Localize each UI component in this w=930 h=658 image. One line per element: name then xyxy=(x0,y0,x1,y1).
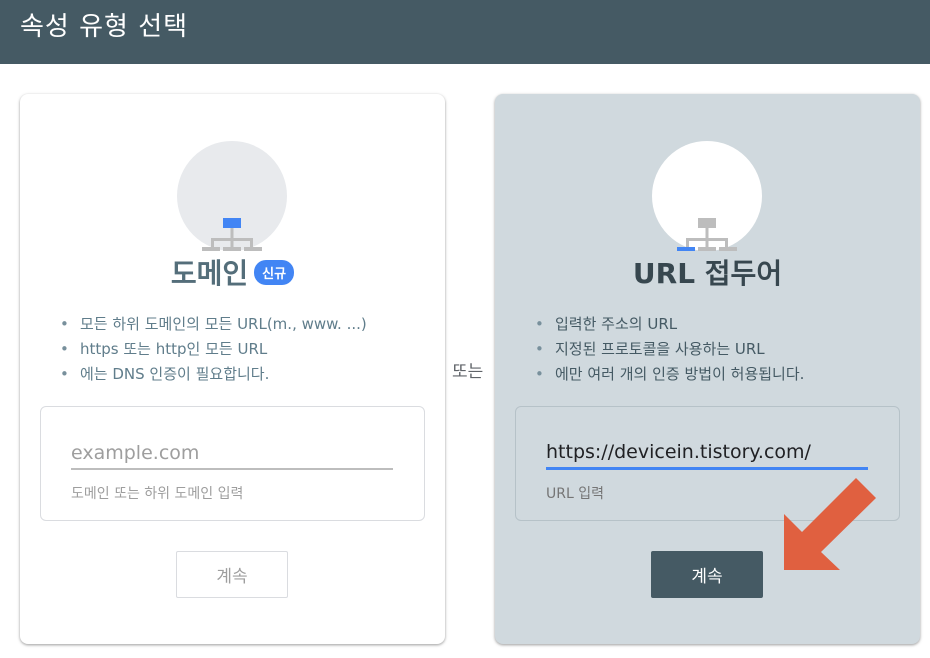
url-prefix-feature-list: 입력한 주소의 URL 지정된 프로토콜을 사용하는 URL 에만 여러 개의 … xyxy=(535,312,804,387)
url-prefix-feature-item: 지정된 프로토콜을 사용하는 URL xyxy=(535,337,804,362)
domain-feature-item: https 또는 http인 모든 URL xyxy=(60,337,367,362)
page-header: 속성 유형 선택 xyxy=(0,0,930,64)
domain-card-title: 도메인 신규 xyxy=(20,252,445,292)
url-prefix-feature-item: 에만 여러 개의 인증 방법이 허용됩니다. xyxy=(535,362,804,387)
domain-feature-item: 모든 하위 도메인의 모든 URL(m., www. ...) xyxy=(60,312,367,337)
domain-feature-list: 모든 하위 도메인의 모든 URL(m., www. ...) https 또는… xyxy=(60,312,367,387)
domain-input-box: 도메인 또는 하위 도메인 입력 xyxy=(40,406,425,521)
domain-input-hint: 도메인 또는 하위 도메인 입력 xyxy=(71,486,244,502)
page-title: 속성 유형 선택 xyxy=(20,12,189,42)
url-prefix-card-title: URL 접두어 xyxy=(632,257,783,290)
url-prefix-input[interactable] xyxy=(546,437,868,470)
domain-continue-button[interactable]: 계속 xyxy=(176,551,288,598)
url-prefix-input-hint: URL 입력 xyxy=(546,486,604,502)
url-prefix-feature-item: 입력한 주소의 URL xyxy=(535,312,804,337)
domain-input[interactable] xyxy=(71,437,393,470)
url-prefix-icon-circle xyxy=(652,141,762,251)
url-prefix-continue-button[interactable]: 계속 xyxy=(651,551,763,598)
or-separator: 또는 xyxy=(452,362,484,382)
new-badge: 신규 xyxy=(254,259,295,285)
domain-title-text: 도메인 xyxy=(170,257,249,290)
sitemap-root-highlight-icon xyxy=(202,218,262,251)
arrow-down-left-icon xyxy=(784,478,876,570)
domain-feature-item: 에는 DNS 인증이 필요합니다. xyxy=(60,362,367,387)
domain-icon-circle xyxy=(177,141,287,251)
sitemap-leaf-highlight-icon xyxy=(677,218,737,251)
domain-property-card[interactable]: 도메인신규 모든 하위 도메인의 모든 URL(m., www. ...) ht… xyxy=(20,94,445,644)
